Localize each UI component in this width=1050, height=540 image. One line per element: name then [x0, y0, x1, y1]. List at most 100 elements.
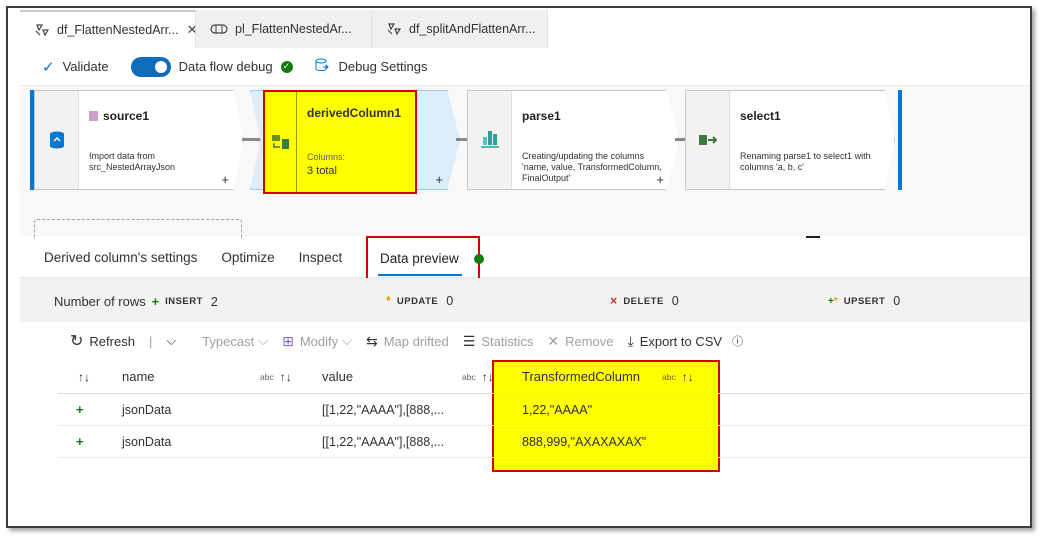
json-file-icon — [89, 111, 98, 121]
column-name: name — [122, 369, 155, 384]
debug-settings-label: Debug Settings — [338, 59, 428, 74]
update-icon: * — [386, 294, 391, 308]
cell-value: [[1,22,"AAAA"],[888,... — [322, 434, 445, 449]
update-label: UPDATE — [396, 295, 439, 307]
type-label: abc — [462, 371, 476, 382]
delete-label: DELETE — [623, 295, 664, 307]
source-title: source1 — [103, 109, 150, 123]
node-description: Renaming parse1 to select1 with columns … — [740, 151, 871, 172]
statistics-button[interactable]: ☰ Statistics — [463, 333, 534, 350]
parse-icon — [468, 91, 512, 189]
column-type: abc ↑↓ — [462, 360, 494, 393]
cell-name: jsonData — [122, 402, 172, 417]
tab-derived-column-settings[interactable]: Derived column's settings — [44, 250, 197, 265]
divider: | — [148, 333, 153, 349]
typecast-button[interactable]: Typecast ⌵ — [202, 333, 268, 349]
add-transform-icon[interactable]: + — [435, 172, 443, 187]
delete-icon: × — [610, 294, 618, 308]
validate-button[interactable]: ✓ Validate — [42, 58, 109, 76]
node-source1[interactable]: source1 Import data from src_NestedArray… — [34, 90, 244, 190]
refresh-label: Refresh — [89, 333, 135, 349]
remove-label: Remove — [565, 333, 614, 349]
node-parse1[interactable]: parse1 Creating/updating the columns 'na… — [467, 90, 679, 190]
insert-row-icon: + — [76, 434, 84, 449]
derived-title: derivedColumn1 — [307, 106, 402, 120]
remove-icon: ✕ — [547, 332, 560, 349]
add-transform-icon[interactable]: + — [656, 172, 664, 187]
modify-icon: ⊞ — [282, 332, 294, 349]
map-drifted-icon: ⇆ — [365, 332, 378, 349]
sort-icon[interactable]: ↑↓ — [78, 360, 90, 393]
tab-df-flatten[interactable]: df_FlattenNestedArr... ✕ — [20, 10, 196, 48]
sort-icon[interactable]: ↑↓ — [682, 370, 694, 384]
insert-label: INSERT — [165, 296, 203, 307]
typecast-label: Typecast — [202, 333, 255, 349]
table-row[interactable]: + jsonData [[1,22,"AAAA"],[888,... 1,22,… — [58, 394, 1030, 426]
chevron-down-icon: ⌵ — [342, 333, 352, 348]
column-type: abc ↑↓ — [260, 360, 292, 393]
debug-toggle[interactable]: Data flow debug ✓ — [130, 56, 293, 77]
tab-optimize[interactable]: Optimize — [221, 250, 274, 265]
cell-value: [[1,22,"AAAA"],[888,... — [322, 402, 445, 417]
document-tabs: df_FlattenNestedArr... ✕ pl_FlattenNeste… — [20, 10, 548, 48]
refresh-icon: ↻ — [70, 333, 84, 350]
modify-button[interactable]: ⊞ Modify ⌵ — [282, 333, 352, 350]
dataflow-icon — [34, 23, 50, 37]
cell-transformed: 888,999,"AXAXAXAX" — [522, 434, 647, 449]
update-count: 0 — [446, 294, 454, 308]
dataflow-toolbar: ✓ Validate Data flow debug ✓ Debug Setti… — [20, 48, 1030, 86]
settings-tabs: Derived column's settings Optimize Inspe… — [20, 238, 1030, 278]
upsert-count: 0 — [893, 294, 901, 308]
counter-update: * UPDATE 0 — [386, 294, 453, 308]
preview-toolbar: ↻ Refresh | ⌵ Typecast ⌵ ⊞ Modify ⌵ ⇆ Ma… — [20, 326, 1030, 356]
tab-inspect[interactable]: Inspect — [299, 250, 343, 265]
insert-row-icon: + — [76, 402, 84, 417]
upsert-icon: +* — [828, 295, 838, 307]
status-ok-icon: ✓ — [280, 60, 293, 73]
stream-start-bar — [30, 90, 34, 190]
table-row[interactable]: + jsonData [[1,22,"AAAA"],[888,... 888,9… — [58, 426, 1030, 458]
rows-label: Number of rows — [54, 294, 146, 309]
connector-line — [242, 138, 262, 141]
type-label: abc — [260, 371, 274, 382]
type-label: abc — [662, 371, 676, 382]
node-select1[interactable]: select1 Renaming parse1 to select1 with … — [685, 90, 895, 190]
column-header-transformed[interactable]: TransformedColumn — [522, 360, 640, 393]
remove-button[interactable]: ✕ Remove — [547, 333, 613, 350]
map-drifted-label: Map drifted — [383, 333, 449, 349]
add-transform-icon[interactable]: + — [221, 172, 229, 187]
cell-name: jsonData — [122, 434, 172, 449]
column-header-name[interactable]: name — [122, 360, 155, 393]
chevron-down-icon: ⌵ — [258, 333, 269, 348]
statistics-label: Statistics — [481, 333, 534, 349]
node-title: source1 — [89, 109, 149, 123]
tab-data-preview[interactable]: Data preview — [366, 236, 484, 280]
select-icon — [686, 91, 730, 189]
stream-end-bar — [898, 90, 902, 190]
debug-label: Data flow debug — [178, 59, 273, 74]
sort-icon[interactable]: ↑↓ — [280, 370, 292, 384]
derived-column-highlight[interactable]: derivedColumn1 Columns: 3 total — [263, 90, 417, 194]
tab-label: df_splitAndFlattenArr... — [409, 22, 536, 36]
delete-count: 0 — [671, 294, 679, 308]
add-source-placeholder[interactable] — [34, 219, 242, 239]
insert-count: 2 — [210, 294, 218, 309]
modify-label: Modify — [299, 333, 339, 349]
tab-pl-flatten[interactable]: pl_FlattenNestedAr... — [196, 10, 372, 48]
map-drifted-button[interactable]: ⇆ Map drifted — [366, 333, 449, 350]
tab-df-split[interactable]: df_splitAndFlattenArr... — [372, 10, 548, 48]
sort-icon[interactable]: ↑↓ — [482, 370, 494, 384]
export-csv-button[interactable]: ⤓ Export to CSV ⓘ — [627, 333, 743, 350]
counter-delete: × DELETE 0 — [610, 294, 679, 308]
insert-icon: + — [151, 294, 160, 309]
debug-settings-button[interactable]: Debug Settings — [315, 58, 428, 76]
close-icon[interactable]: ✕ — [187, 22, 195, 38]
chevron-down-icon[interactable]: ⌵ — [166, 333, 176, 349]
refresh-button[interactable]: ↻ Refresh — [70, 331, 135, 351]
data-preview-label: Data preview — [380, 251, 459, 266]
column-header-value[interactable]: value — [322, 360, 353, 393]
toggle-switch[interactable] — [130, 56, 171, 77]
column-name: value — [322, 369, 354, 384]
row-counters: Number of rows + INSERT 2 * UPDATE 0 × D… — [20, 278, 1030, 322]
info-icon[interactable]: ⓘ — [732, 333, 743, 349]
